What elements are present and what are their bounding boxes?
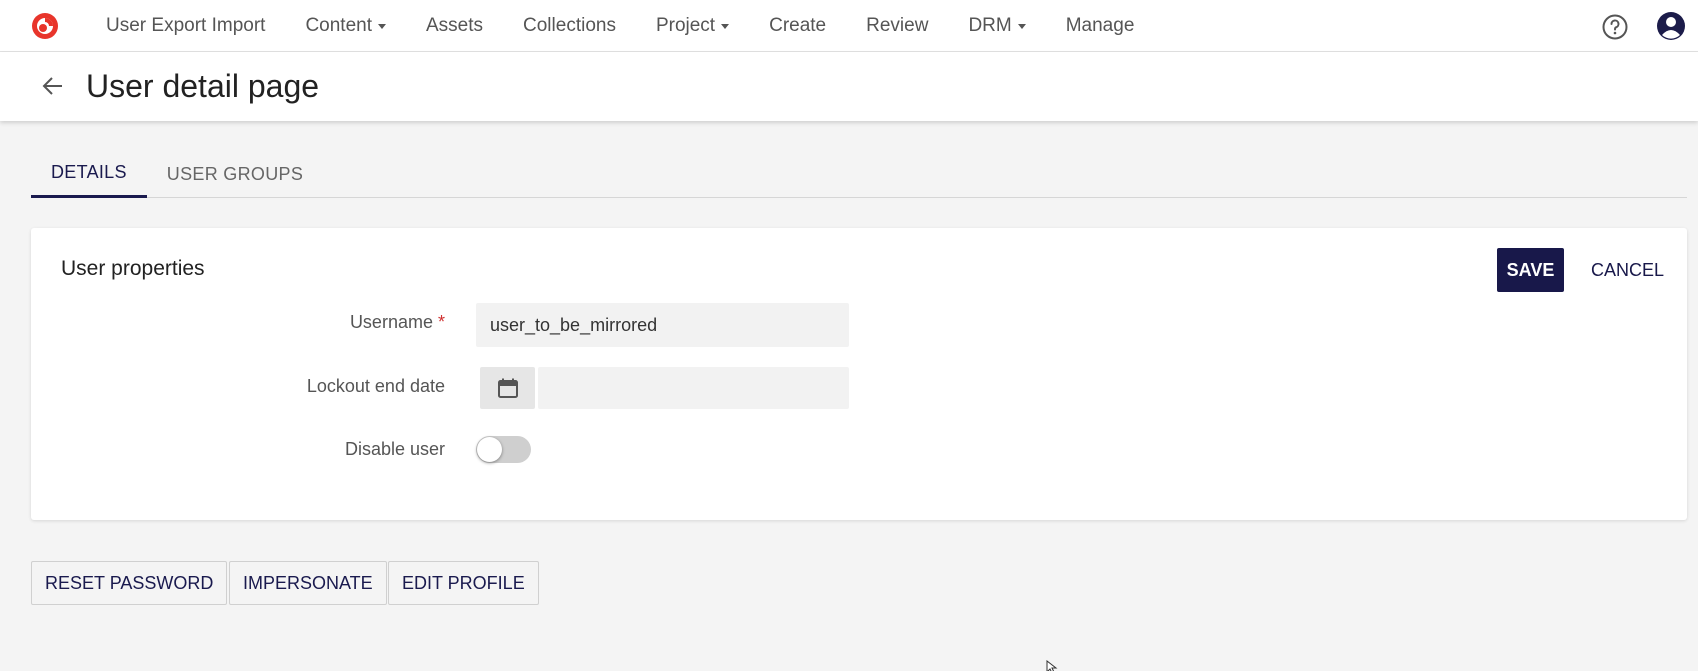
mouse-cursor-icon (1046, 660, 1058, 671)
cancel-button[interactable]: CANCEL (1581, 248, 1674, 292)
nav-item-label: DRM (968, 15, 1012, 36)
required-mark: * (437, 312, 445, 332)
tab-user-groups[interactable]: USER GROUPS (147, 150, 323, 198)
edit-profile-button[interactable]: EDIT PROFILE (388, 561, 539, 605)
nav-item-label: Assets (425, 15, 484, 36)
card-title: User properties (61, 257, 205, 280)
arrow-left-icon[interactable] (40, 73, 66, 99)
nav-item-collections[interactable]: Collections (503, 0, 636, 52)
lockout-end-date-input[interactable] (538, 367, 849, 409)
reset-password-button[interactable]: RESET PASSWORD (31, 561, 228, 605)
nav-item-review[interactable]: Review (846, 0, 948, 52)
nav-item-label: Project (655, 15, 716, 36)
top-navigation-bar: User Export Import Content Assets Collec… (0, 0, 1698, 52)
calendar-icon (497, 378, 518, 398)
chevron-down-icon (721, 23, 730, 29)
main-menu: User Export Import Content Assets Collec… (86, 0, 1154, 52)
nav-item-label: Review (866, 15, 929, 36)
page-title: User detail page (86, 68, 320, 104)
user-properties-card: User properties SAVE CANCEL Username * L… (31, 228, 1687, 520)
toggle-knob (477, 437, 502, 462)
disable-user-label: Disable user (344, 439, 445, 459)
tab-details[interactable]: DETAILS (31, 150, 147, 198)
nav-item-label: User Export Import (106, 15, 266, 36)
save-button[interactable]: SAVE (1497, 248, 1564, 292)
user-avatar-icon[interactable] (1656, 11, 1686, 41)
app-logo[interactable] (30, 11, 60, 41)
nav-item-label: Create (769, 15, 827, 36)
help-icon[interactable] (1602, 14, 1628, 40)
chevron-down-icon (377, 23, 386, 29)
page-header: User detail page (0, 52, 1698, 121)
disable-user-toggle[interactable] (476, 436, 531, 463)
nav-item-content[interactable]: Content (285, 0, 406, 52)
lockout-end-date-label: Lockout end date (306, 376, 445, 396)
calendar-button[interactable] (480, 367, 535, 409)
username-label: Username * (350, 312, 445, 333)
nav-item-project[interactable]: Project (636, 0, 749, 52)
nav-item-manage[interactable]: Manage (1046, 0, 1155, 52)
username-label-text: Username (349, 312, 433, 332)
nav-item-label: Manage (1065, 15, 1135, 36)
nav-item-label: Collections (523, 15, 616, 36)
nav-item-drm[interactable]: DRM (948, 0, 1045, 52)
nav-item-assets[interactable]: Assets (406, 0, 503, 52)
username-input[interactable] (476, 303, 849, 347)
nav-item-create[interactable]: Create (749, 0, 846, 52)
chevron-down-icon (1017, 23, 1026, 29)
nav-item-user-export-import[interactable]: User Export Import (86, 0, 285, 52)
tab-bar: DETAILS USER GROUPS (31, 150, 1687, 198)
impersonate-button[interactable]: IMPERSONATE (229, 561, 387, 605)
nav-item-label: Content (305, 15, 372, 36)
